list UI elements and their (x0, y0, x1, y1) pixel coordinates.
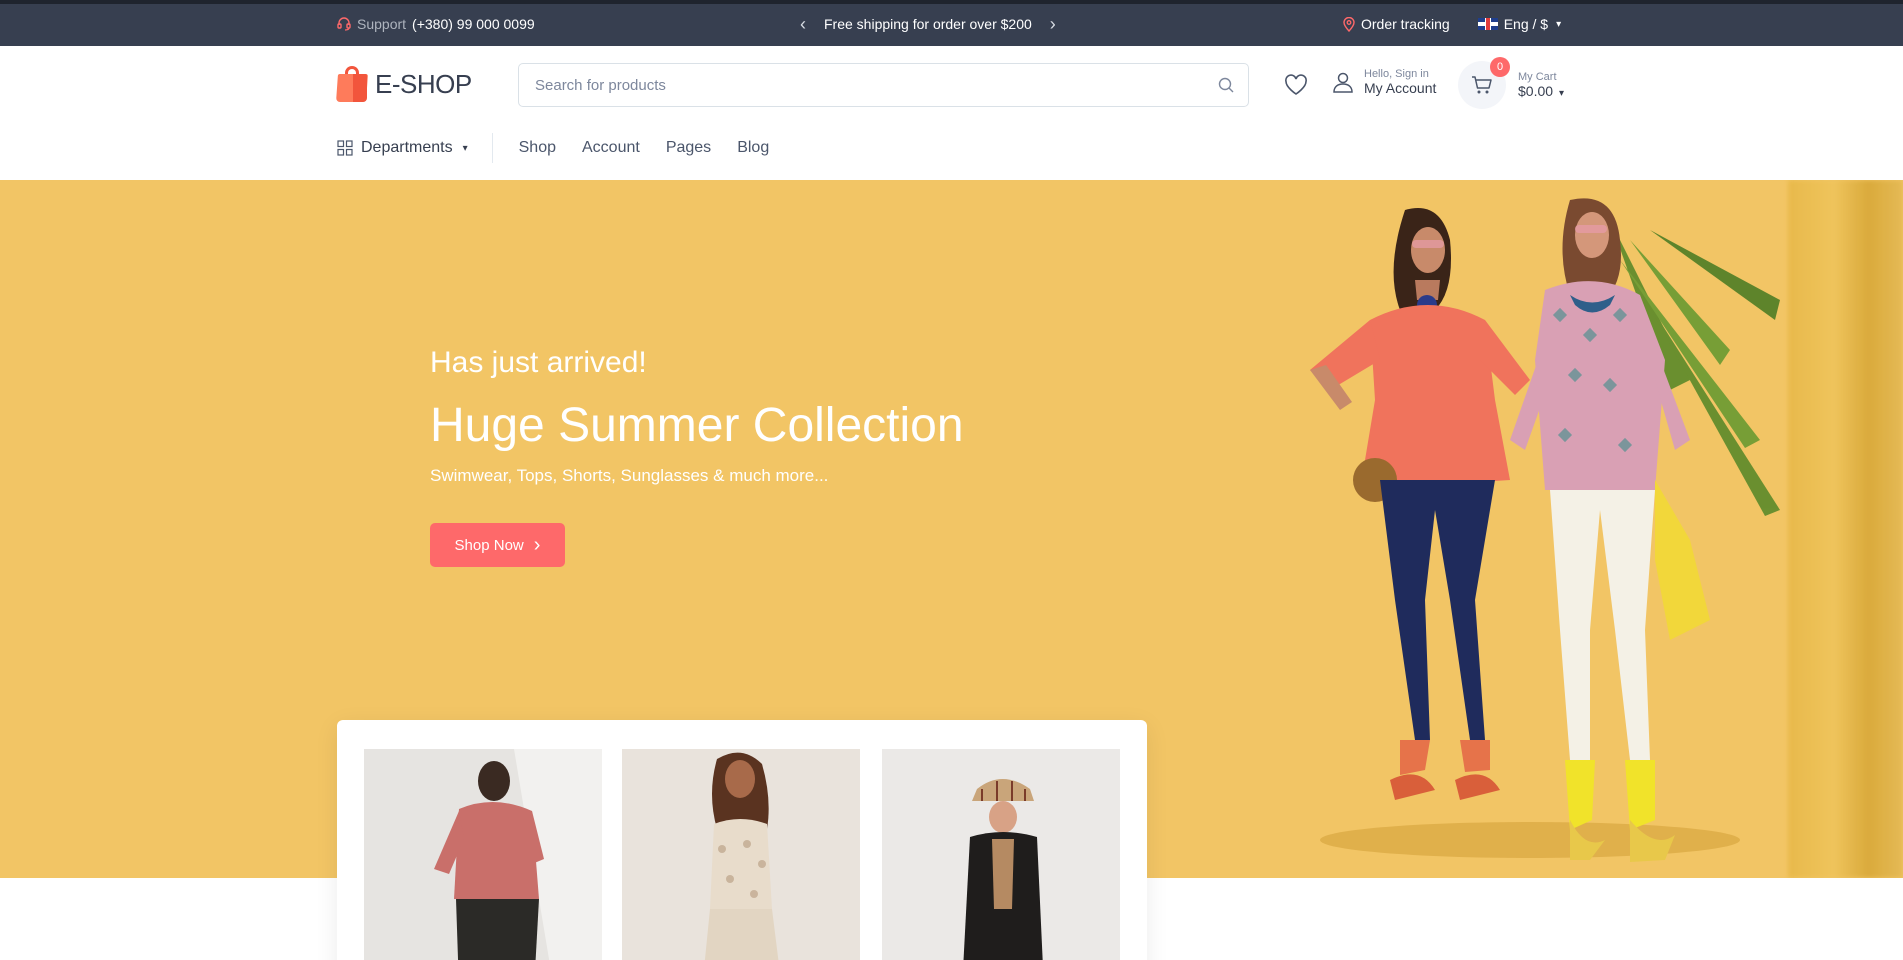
caret-down-icon: ▾ (1556, 18, 1562, 30)
cart-button[interactable]: 0 (1458, 57, 1510, 109)
support-phone[interactable]: (+380) 99 000 0099 (412, 16, 535, 32)
cart-count-badge: 0 (1490, 57, 1510, 77)
promo-text: Free shipping for order over $200 (824, 16, 1032, 32)
next-slide-preview[interactable] (1788, 180, 1903, 878)
departments-label: Departments (361, 139, 453, 156)
headset-icon (337, 17, 351, 31)
chevron-right-icon[interactable]: › (1050, 15, 1056, 33)
chevron-left-icon[interactable]: ‹ (800, 15, 806, 33)
heart-icon[interactable] (1284, 74, 1308, 96)
departments-dropdown[interactable]: Departments ▾ (337, 133, 493, 163)
category-thumb-men[interactable] (364, 749, 602, 960)
hero-models-image (1310, 198, 1780, 862)
support-contact[interactable]: Support (+380) 99 000 0099 (337, 16, 535, 32)
cart-icon (1472, 76, 1492, 94)
nav-link-shop[interactable]: Shop (519, 139, 556, 157)
uk-flag-icon (1477, 18, 1498, 30)
shopping-bag-logo-icon (336, 66, 369, 102)
nav-link-blog[interactable]: Blog (737, 139, 769, 157)
cart-label: My Cart (1518, 71, 1557, 83)
account-greeting: Hello, Sign in (1364, 68, 1429, 80)
nav-link-account[interactable]: Account (582, 139, 640, 157)
map-pin-icon (1343, 16, 1355, 32)
topbar-right: Order tracking Eng / $ ▾ (1343, 16, 1561, 32)
shop-now-label: Shop Now (454, 536, 524, 554)
hero-description: Swimwear, Tops, Shorts, Sunglasses & muc… (430, 466, 829, 485)
topbar: Support (+380) 99 000 0099 ‹ Free shippi… (0, 0, 1903, 46)
support-label: Support (357, 16, 407, 32)
search-bar (518, 63, 1249, 107)
cart-total: $0.00 ▾ (1518, 83, 1564, 99)
promo-carousel: ‹ Free shipping for order over $200 › (800, 15, 1056, 33)
men-fashion-image (364, 749, 602, 960)
user-icon (1333, 72, 1353, 93)
category-thumb-women[interactable] (622, 749, 860, 960)
order-tracking-label: Order tracking (1361, 16, 1450, 32)
grid-icon (337, 140, 353, 156)
main-nav: Departments ▾ Shop Account Pages Blog (337, 130, 769, 166)
women-fashion-image (622, 749, 860, 960)
nav-link-pages[interactable]: Pages (666, 139, 711, 157)
shop-now-button[interactable]: Shop Now › (430, 523, 565, 567)
model-left (1310, 208, 1530, 800)
language-currency-label: Eng / $ (1503, 16, 1549, 32)
hero-title: Huge Summer Collection (430, 399, 964, 452)
account-link[interactable]: Hello, Sign in My Account (1332, 68, 1436, 96)
search-icon[interactable] (1218, 77, 1234, 93)
header: E-SHOP Hello, Sign in My Account 0 (0, 46, 1903, 180)
logo-text: E-SHOP (375, 68, 472, 99)
search-input[interactable] (535, 76, 1218, 94)
cart-link[interactable]: 0 My Cart $0.00 ▾ (1458, 57, 1564, 109)
logo[interactable]: E-SHOP (336, 66, 472, 102)
category-thumb-kids[interactable] (882, 749, 1120, 960)
caret-down-icon: ▾ (462, 142, 468, 154)
chevron-right-icon: › (533, 534, 541, 556)
language-currency-dropdown[interactable]: Eng / $ ▾ (1477, 16, 1562, 32)
account-label: My Account (1364, 80, 1437, 96)
category-card (337, 720, 1147, 960)
caret-down-icon: ▾ (1558, 88, 1564, 99)
order-tracking-link[interactable]: Order tracking (1343, 16, 1450, 32)
hero-subtitle: Has just arrived! (430, 346, 647, 379)
kids-fashion-image (882, 749, 1120, 960)
